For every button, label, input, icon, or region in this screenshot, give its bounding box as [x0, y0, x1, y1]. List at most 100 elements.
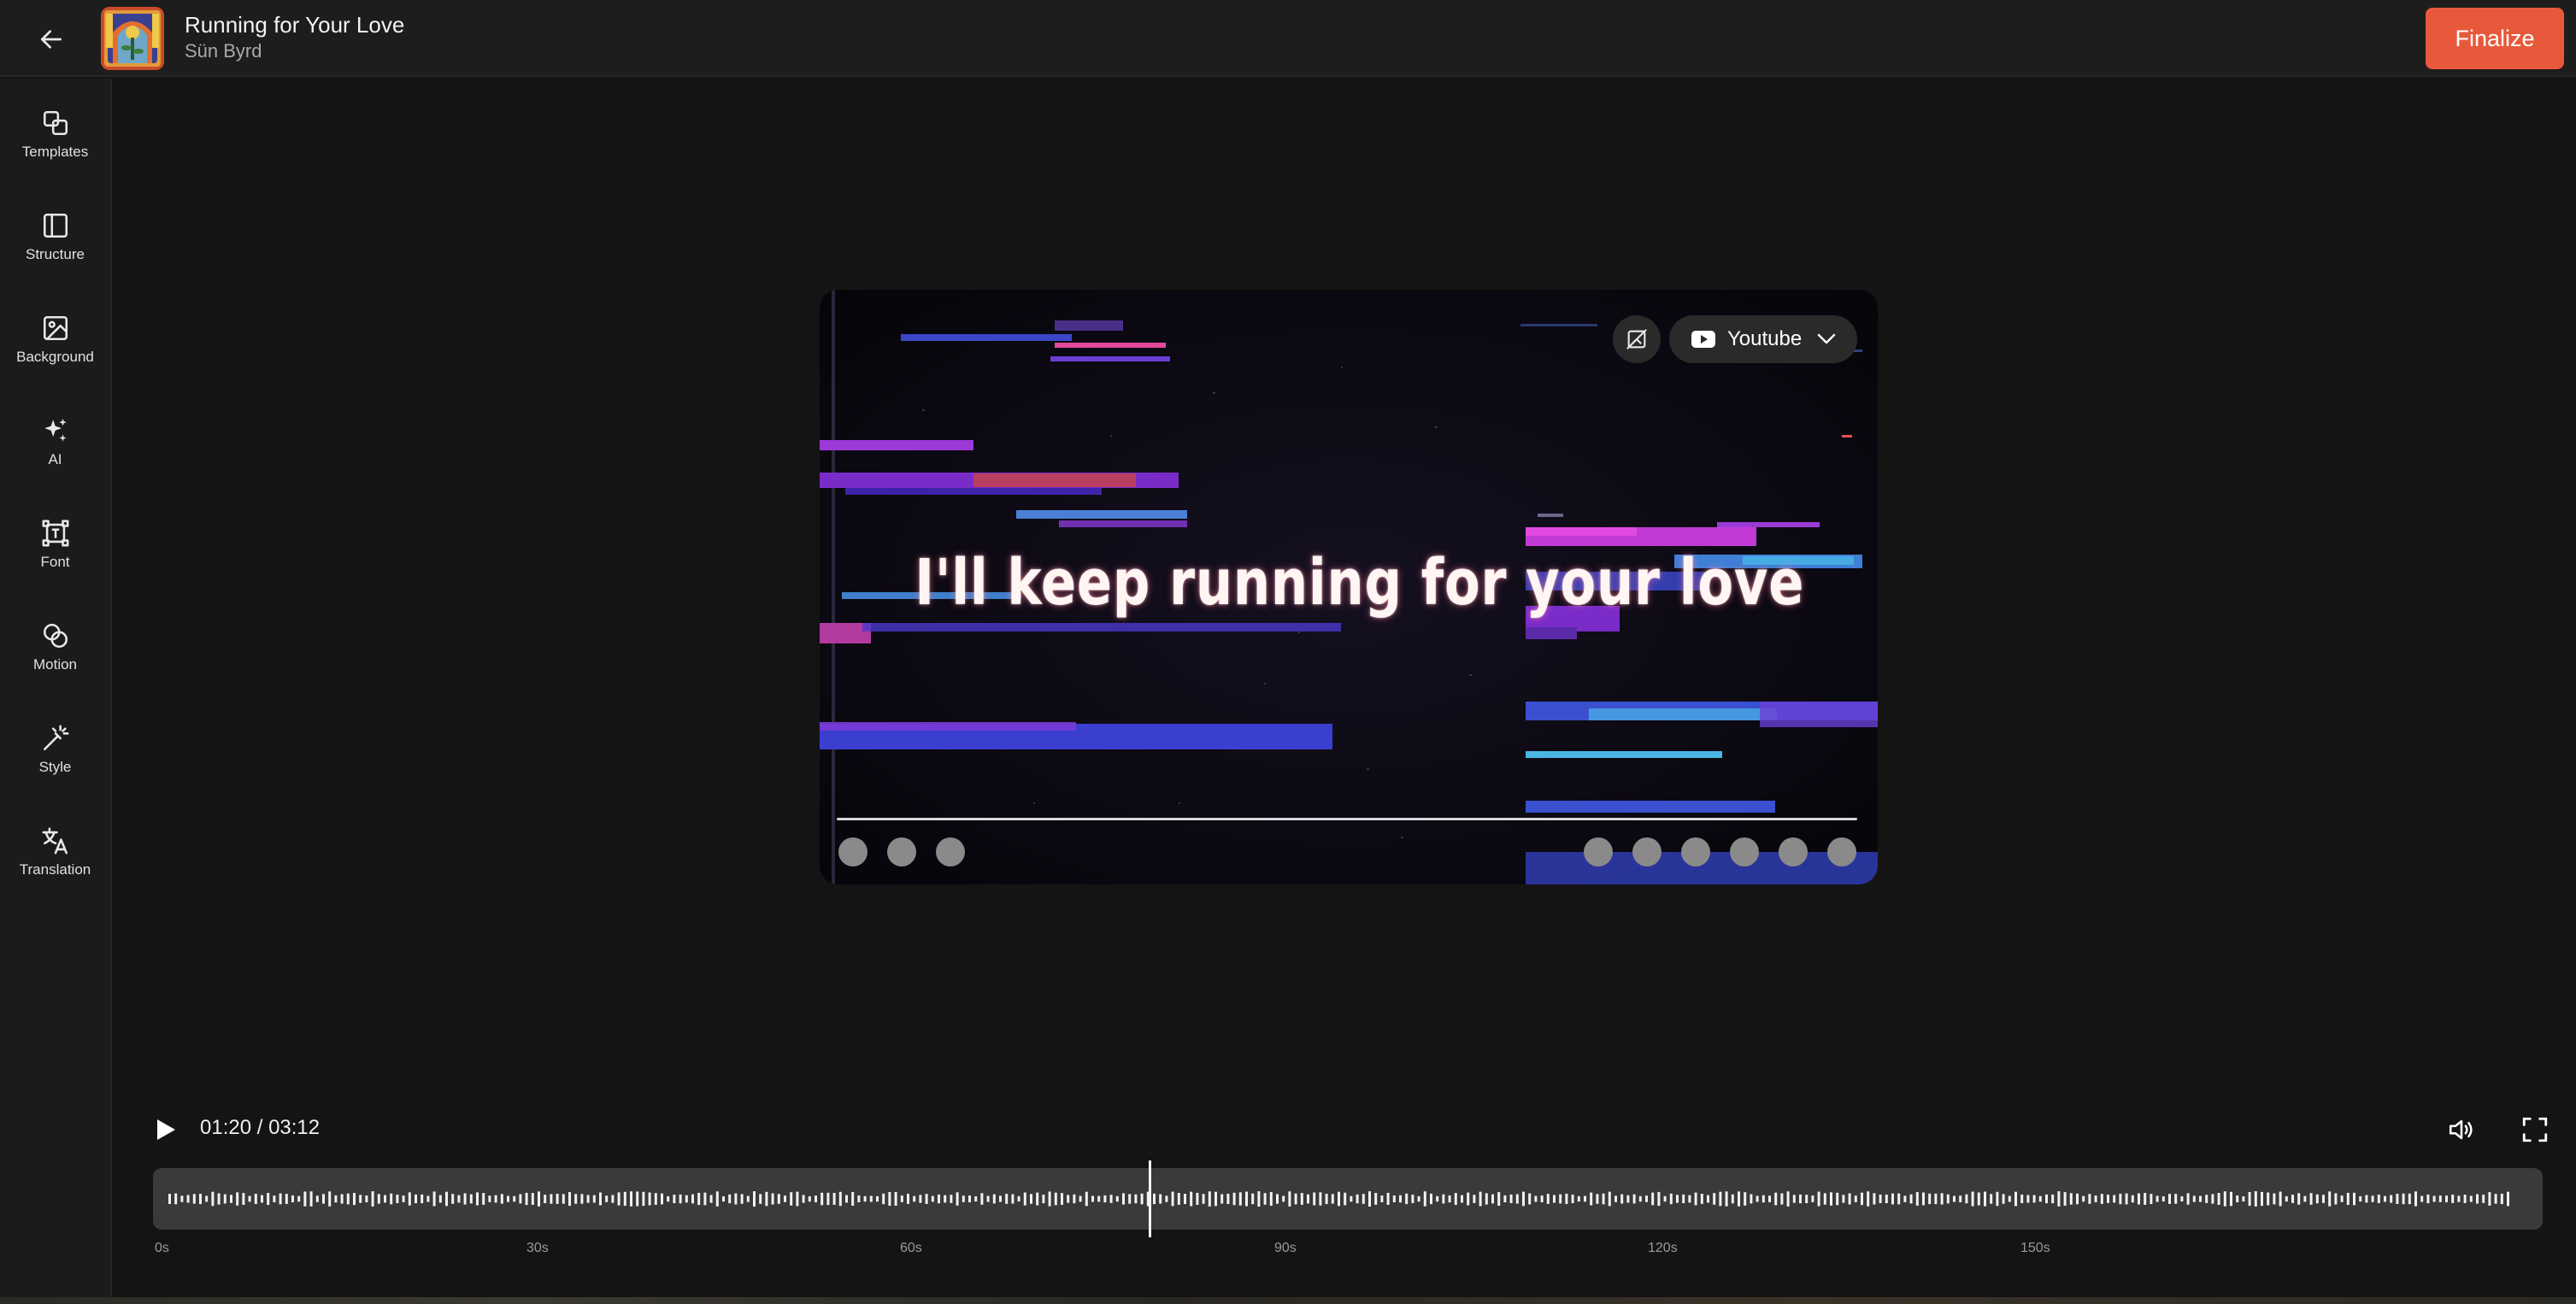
waveform-bar [538, 1191, 540, 1207]
waveform-bar [1528, 1193, 1532, 1205]
waveform-bar [2451, 1195, 2455, 1203]
waveform-bar [2469, 1195, 2473, 1202]
waveform-bar [574, 1194, 578, 1204]
waveform-bar [592, 1195, 596, 1203]
waveform-bar [568, 1192, 571, 1207]
waveform-bar [353, 1193, 356, 1206]
waveform-bar [1848, 1193, 1851, 1205]
sidebar-item-background[interactable]: Background [0, 284, 110, 378]
waveform-bar [2390, 1195, 2393, 1203]
video-preview[interactable]: I'll keep running for your love Youtube [820, 290, 1878, 884]
waveform-bar [261, 1195, 263, 1203]
waveform-bar [1786, 1191, 1790, 1207]
waveform-bar [525, 1192, 528, 1206]
marker-dot [1632, 837, 1661, 866]
back-button[interactable] [32, 21, 70, 58]
waveform-bar [2150, 1194, 2153, 1204]
image-off-icon [1626, 329, 1647, 349]
waveform-bar [1738, 1191, 1740, 1207]
waveform-bar [2125, 1193, 2128, 1205]
waveform-bar [1638, 1195, 1642, 1202]
waveform-bar [562, 1194, 565, 1204]
waveform-timeline[interactable] [153, 1168, 2543, 1230]
waveform-bar [703, 1192, 707, 1206]
waveform-bar [205, 1195, 209, 1202]
waveform-bar [1694, 1192, 1697, 1206]
sidebar-item-motion[interactable]: Motion [0, 591, 110, 685]
waveform-bar [1491, 1194, 1494, 1204]
waveform-bar [586, 1195, 590, 1203]
sidebar-item-font[interactable]: Font [0, 489, 110, 583]
waveform-bar [617, 1192, 620, 1206]
waveform-bar [1811, 1195, 1814, 1202]
waveform-bar [322, 1194, 325, 1204]
marker-dot [838, 837, 867, 866]
waveform-bar [1725, 1191, 1728, 1207]
waveform-bar [1854, 1195, 1857, 1202]
sidebar-item-translation[interactable]: Translation [0, 796, 110, 890]
waveform-bar [1553, 1195, 1556, 1203]
finalize-button[interactable]: Finalize [2426, 8, 2564, 69]
sidebar-item-style[interactable]: Style [0, 694, 110, 788]
waveform-bar [1140, 1193, 1144, 1205]
waveform-bar [1362, 1194, 1365, 1204]
fullscreen-button[interactable] [2516, 1111, 2554, 1148]
waveform-bar [599, 1192, 602, 1206]
waveform-bar [1509, 1194, 1513, 1203]
timecode: 01:20 / 03:12 [200, 1116, 321, 1139]
waveform-bar [1645, 1195, 1648, 1202]
waveform-bar [2094, 1195, 2097, 1202]
waveform-bar [1011, 1194, 1015, 1204]
waveform-bar [1473, 1195, 1476, 1203]
waveform-bar [346, 1193, 350, 1205]
translation-icon [40, 825, 71, 856]
waveform-bar [1288, 1191, 1291, 1207]
waveform-bar [2057, 1191, 2061, 1207]
waveform-bar [2161, 1196, 2165, 1201]
waveform-bar [2377, 1195, 2380, 1203]
waveform-bar [1959, 1195, 1962, 1202]
waveform-bar [217, 1193, 221, 1205]
waveform-bar [236, 1192, 239, 1206]
waveform-bar [820, 1192, 824, 1206]
hide-watermark-button[interactable] [1613, 315, 1661, 363]
waveform-bar [2155, 1195, 2159, 1202]
preview-progress-line [837, 818, 1857, 820]
waveform-bar [2303, 1195, 2307, 1202]
waveform-bar [1909, 1194, 1913, 1204]
waveform-bar [1430, 1193, 1432, 1205]
sidebar-item-ai[interactable]: AI [0, 386, 110, 480]
waveform-bar [365, 1195, 368, 1202]
waveform-bar [1928, 1193, 1932, 1205]
waveform-bar [648, 1192, 651, 1206]
waveform-bar [1780, 1193, 1784, 1205]
waveform-bar [1048, 1191, 1051, 1207]
waveform-bar [248, 1195, 251, 1202]
waveform-bar [1497, 1192, 1501, 1206]
sidebar-item-structure[interactable]: Structure [0, 181, 110, 275]
waveform-bar [1276, 1194, 1279, 1204]
waveform-bar [1208, 1191, 1211, 1207]
sidebar-item-templates[interactable]: Templates [0, 79, 110, 173]
waveform-bar [1688, 1195, 1691, 1203]
waveform-bar [2365, 1195, 2368, 1203]
waveform-bar [1799, 1194, 1802, 1204]
waveform-bar [1294, 1193, 1297, 1205]
timeline-tick: 30s [526, 1241, 549, 1255]
waveform-bar [2340, 1195, 2344, 1202]
play-icon [157, 1119, 175, 1140]
platform-select[interactable]: Youtube [1669, 315, 1857, 363]
play-button[interactable] [150, 1114, 181, 1145]
waveform-bar [1300, 1193, 1303, 1205]
waveform-bar [550, 1194, 553, 1204]
waveform-bar [2131, 1195, 2134, 1203]
waveform-bar [863, 1195, 867, 1202]
playhead[interactable] [1149, 1160, 1151, 1237]
waveform-bar [1079, 1195, 1082, 1202]
waveform-bar [2032, 1195, 2036, 1203]
volume-button[interactable] [2443, 1111, 2480, 1148]
waveform-bar [2038, 1195, 2042, 1202]
waveform-bar [2205, 1195, 2208, 1203]
waveform-bar [661, 1193, 663, 1205]
waveform-bar [2438, 1195, 2442, 1202]
